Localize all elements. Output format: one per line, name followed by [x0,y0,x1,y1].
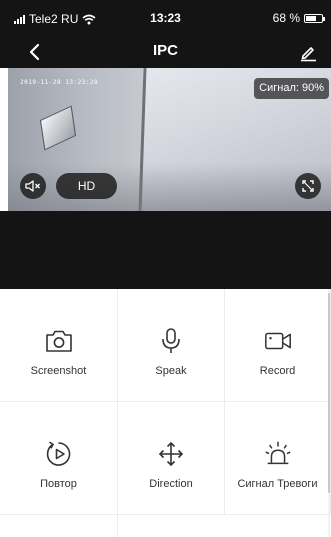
direction-label: Direction [149,478,193,490]
signal-badge: Сигнал: 90% [254,78,329,99]
controls-grid: Screenshot Speak Record Повтор Direction… [0,289,331,537]
alarm-button[interactable]: Сигнал Тревоги [225,402,331,515]
video-camera-icon [264,332,291,350]
page-title: IPC [152,42,178,59]
fullscreen-icon [302,180,314,192]
record-label: Record [259,365,296,377]
edit-pencil-icon[interactable] [297,41,319,63]
speak-button[interactable]: Speak [118,289,225,402]
quality-button[interactable]: HD [56,173,117,199]
screenshot-button[interactable]: Screenshot [0,289,118,402]
record-button[interactable]: Record [225,289,331,402]
video-feed[interactable]: 2019-11-28 13:23:28 Сигнал: 90% HD [8,68,331,211]
battery-level-fill [306,15,317,21]
video-bottom-band [0,211,331,289]
mute-button[interactable] [20,173,46,199]
alarm-label: Сигнал Тревоги [237,478,318,490]
grid-cell-partial [0,515,118,537]
scrollbar-thumb[interactable] [328,293,330,493]
microphone-icon [162,328,180,353]
fullscreen-button[interactable] [295,173,321,199]
mute-speaker-icon [25,180,40,192]
battery-icon [304,13,325,23]
screenshot-label: Screenshot [30,365,87,377]
status-right: 68 % [272,11,325,25]
status-bar: Tele2 RU 13:23 68 % [0,0,331,36]
playback-button[interactable]: Повтор [0,402,118,515]
battery-percent: 68 % [272,11,300,25]
grid-cell-partial [118,515,225,537]
direction-button[interactable]: Direction [118,402,225,515]
direction-arrows-icon [158,441,184,467]
video-timestamp: 2019-11-28 13:23:28 [20,79,99,86]
camera-icon [45,330,72,352]
playback-icon [46,441,70,466]
speak-label: Speak [155,365,187,377]
alarm-light-icon [265,441,290,465]
nav-bar: IPC [0,36,331,68]
playback-label: Повтор [40,478,77,490]
